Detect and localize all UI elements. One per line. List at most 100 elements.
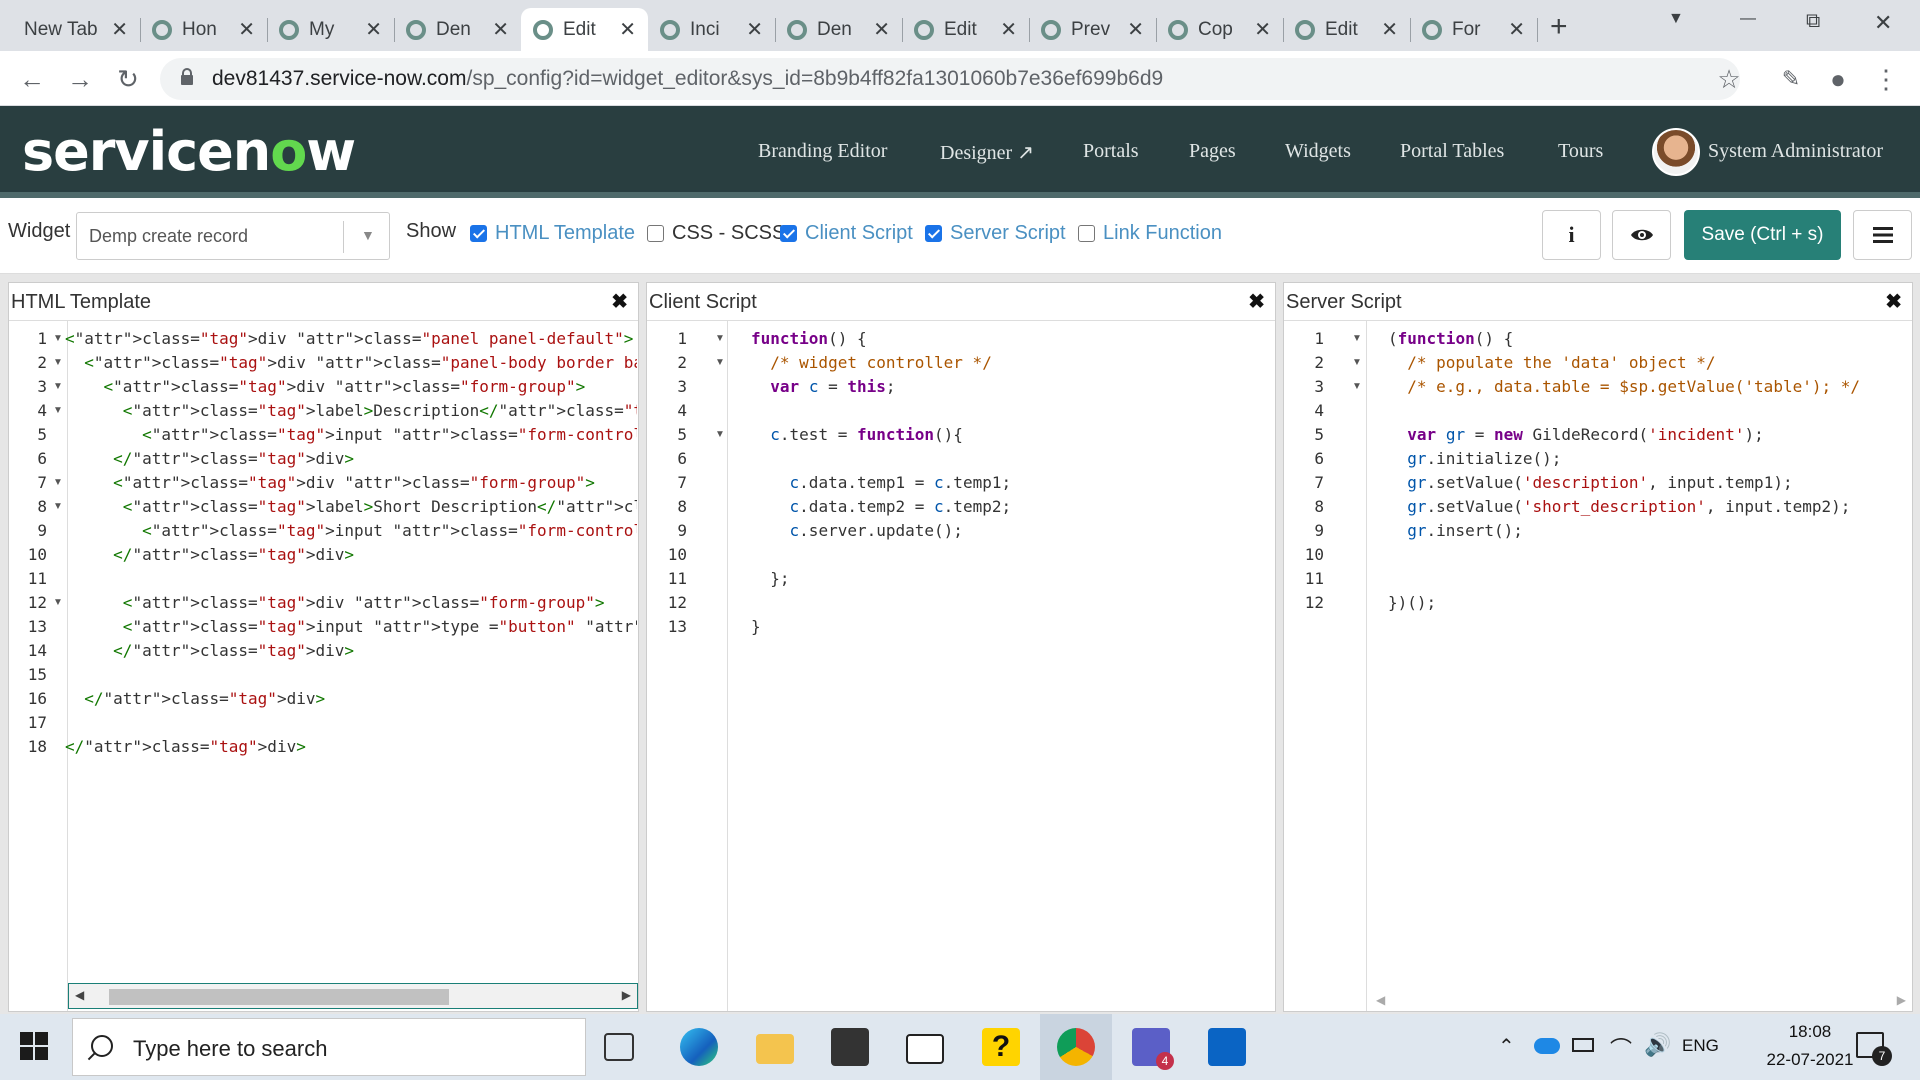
code-line[interactable]: var c = this; [751, 375, 895, 399]
code-line[interactable]: c.test = function(){ [751, 423, 963, 447]
browser-tab[interactable]: Cop ✕ [1156, 8, 1283, 51]
windows-start-icon[interactable] [20, 1032, 50, 1062]
browser-tab[interactable]: Inci ✕ [648, 8, 775, 51]
close-icon[interactable]: ✕ [238, 17, 255, 42]
mail-icon[interactable] [906, 1034, 944, 1064]
close-icon[interactable]: ✕ [365, 17, 382, 42]
checkbox-checked-icon[interactable] [470, 225, 487, 242]
code-line[interactable]: gr.setValue('description', input.temp1); [1388, 471, 1792, 495]
code-line[interactable]: c.data.temp2 = c.temp2; [751, 495, 1012, 519]
code-line[interactable]: c.data.temp1 = c.temp1; [751, 471, 1012, 495]
code-line[interactable]: } [751, 615, 761, 639]
teams-icon[interactable]: 4 [1132, 1028, 1174, 1070]
nav-link[interactable]: Branding Editor [758, 140, 887, 163]
code-line[interactable]: (function() { [1388, 327, 1513, 351]
close-icon[interactable]: ✖ [611, 289, 628, 314]
checkbox-label[interactable]: Server Script [950, 222, 1066, 245]
minimize-icon[interactable]: — [1740, 10, 1756, 28]
close-icon[interactable]: ✕ [873, 17, 890, 42]
browser-tab[interactable]: Den ✕ [394, 8, 521, 51]
checkbox-unchecked-icon[interactable] [1078, 225, 1095, 242]
code-line[interactable]: <"attr">class="tag">input "attr">class="… [65, 519, 637, 543]
fold-arrow-icon[interactable]: ▼ [53, 471, 63, 495]
fold-arrow-icon[interactable]: ▼ [53, 399, 63, 423]
code-line[interactable]: c.server.update(); [751, 519, 963, 543]
preview-button[interactable] [1612, 210, 1671, 260]
code-line[interactable]: <"attr">class="tag">label>Description</"… [65, 399, 637, 423]
browser-tab[interactable]: Edit ✕ [1283, 8, 1410, 51]
fold-arrow-icon[interactable]: ▼ [715, 327, 725, 351]
code-line[interactable]: function() { [751, 327, 867, 351]
browser-tab[interactable]: Edit ✕ [902, 8, 1029, 51]
nav-link[interactable]: Portal Tables [1400, 140, 1504, 163]
code-line[interactable]: gr.insert(); [1388, 519, 1523, 543]
code-line[interactable]: <"attr">class="tag">div "attr">class="pa… [65, 327, 633, 351]
fold-arrow-icon[interactable]: ▼ [53, 351, 63, 375]
toggle-checkbox[interactable]: Link Function [1078, 222, 1222, 245]
code-line[interactable]: <"attr">class="tag">div "attr">class="pa… [65, 351, 637, 375]
onedrive-icon[interactable] [1534, 1038, 1560, 1054]
code-line[interactable]: var gr = new GildeRecord('incident'); [1388, 423, 1763, 447]
file-explorer-icon[interactable] [756, 1034, 794, 1064]
code-line[interactable]: gr.setValue('short_description', input.t… [1388, 495, 1850, 519]
save-button[interactable]: Save (Ctrl + s) [1684, 210, 1841, 260]
close-icon[interactable]: ✕ [746, 17, 763, 42]
user-name[interactable]: System Administrator [1708, 140, 1883, 163]
star-icon[interactable]: ☆ [1713, 63, 1745, 95]
close-icon[interactable]: ✕ [111, 17, 128, 42]
store-icon[interactable] [831, 1028, 869, 1066]
reload-icon[interactable]: ↻ [112, 63, 144, 95]
close-icon[interactable]: ✕ [1127, 17, 1144, 42]
task-view-icon[interactable] [604, 1033, 634, 1061]
browser-tab[interactable]: Den ✕ [775, 8, 902, 51]
fold-arrow-icon[interactable]: ▼ [53, 591, 63, 615]
fold-arrow-icon[interactable]: ▼ [1352, 351, 1362, 375]
chevron-up-icon[interactable]: ⌃ [1498, 1034, 1515, 1059]
clock-time[interactable]: 18:08 [1760, 1022, 1860, 1042]
fold-arrow-icon[interactable]: ▼ [53, 327, 63, 351]
horizontal-scrollbar[interactable]: ◀ ▶ [68, 983, 638, 1009]
close-icon[interactable]: ✖ [1885, 289, 1902, 314]
code-line[interactable]: </"attr">class="tag">div> [65, 735, 306, 759]
browser-tab[interactable]: Edit ✕ [521, 8, 648, 51]
close-icon[interactable]: ✕ [1508, 17, 1525, 42]
language-indicator[interactable]: ENG [1682, 1036, 1719, 1056]
code-line[interactable]: </"attr">class="tag">div> [65, 543, 354, 567]
code-line[interactable]: /* widget controller */ [751, 351, 992, 375]
checkbox-checked-icon[interactable] [925, 225, 942, 242]
close-icon[interactable]: ✖ [1248, 289, 1265, 314]
outlook-icon[interactable] [1208, 1028, 1246, 1066]
restore-icon[interactable]: ⧉ [1806, 10, 1820, 33]
wifi-icon[interactable]: ⌒ [1610, 1032, 1632, 1064]
nav-link[interactable]: Tours [1558, 140, 1603, 163]
back-icon[interactable]: ← [16, 63, 48, 95]
fold-arrow-icon[interactable]: ▼ [715, 351, 725, 375]
fold-arrow-icon[interactable]: ▼ [1352, 375, 1362, 399]
code-line[interactable]: gr.initialize(); [1388, 447, 1561, 471]
toggle-checkbox[interactable]: Client Script [780, 222, 913, 245]
battery-icon[interactable] [1572, 1038, 1594, 1052]
chrome-icon[interactable] [1057, 1028, 1095, 1066]
close-icon[interactable]: ✕ [619, 17, 636, 42]
help-icon[interactable]: ? [982, 1028, 1020, 1066]
menu-button[interactable] [1853, 210, 1912, 260]
code-line[interactable]: <"attr">class="tag">input "attr">type ="… [65, 615, 637, 639]
edge-icon[interactable] [680, 1028, 718, 1066]
code-line[interactable]: <"attr">class="tag">div "attr">class="fo… [65, 375, 586, 399]
checkbox-label[interactable]: Link Function [1103, 222, 1222, 245]
close-icon[interactable]: ✕ [1254, 17, 1271, 42]
checkbox-label[interactable]: HTML Template [495, 222, 635, 245]
checkbox-checked-icon[interactable] [780, 225, 797, 242]
close-icon[interactable]: ✕ [492, 17, 509, 42]
new-tab-icon[interactable]: + [1550, 10, 1568, 44]
extensions-icon[interactable]: ✎ [1775, 63, 1807, 95]
clock-date[interactable]: 22-07-2021 [1750, 1050, 1870, 1070]
code-line[interactable]: </"attr">class="tag">div> [65, 639, 354, 663]
nav-link[interactable]: Designer ↗ [940, 140, 1034, 165]
window-close-icon[interactable]: ✕ [1874, 10, 1892, 36]
checkbox-label[interactable]: CSS - SCSS [672, 222, 785, 245]
nav-link[interactable]: Pages [1189, 140, 1236, 163]
code-line[interactable]: /* populate the 'data' object */ [1388, 351, 1715, 375]
more-menu-icon[interactable]: ⋮ [1870, 63, 1902, 95]
code-line[interactable]: /* e.g., data.table = $sp.getValue('tabl… [1388, 375, 1860, 399]
